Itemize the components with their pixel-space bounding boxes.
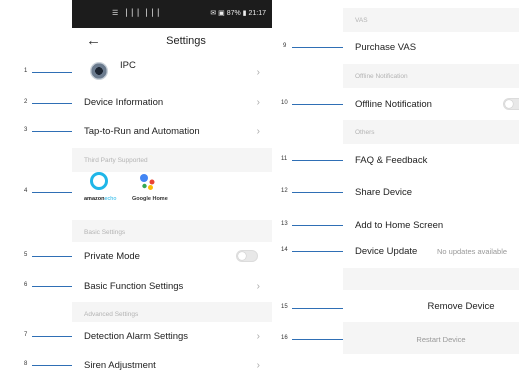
purchase-vas-item[interactable]: Purchase VAS (343, 33, 519, 61)
amazon-echo-icon[interactable] (90, 172, 108, 190)
remove-device-button[interactable]: Remove Device (343, 292, 519, 320)
chevron-right-icon: › (256, 359, 260, 371)
share-device-label: Share Device (355, 186, 413, 198)
basic-function-label: Basic Function Settings (84, 280, 184, 292)
amazon-echo-label: amazonecho (84, 196, 116, 202)
restart-device-button[interactable]: Restart Device (343, 325, 519, 353)
settings-screen-right: VAS Purchase VAS Offline Notification Of… (343, 0, 519, 371)
chevron-right-icon: › (256, 125, 260, 137)
private-mode-toggle[interactable] (236, 250, 258, 262)
header: ← Settings (72, 28, 272, 56)
remove-device-label: Remove Device (427, 300, 495, 312)
device-update-item[interactable]: Device Update No updates available (343, 237, 519, 265)
section-offline: Offline Notification (343, 64, 519, 88)
page-title: Settings (166, 35, 206, 47)
section-others: Others (343, 120, 519, 144)
callout-number: 7 (24, 332, 28, 338)
echo-product: echo (104, 196, 117, 202)
callout-number: 3 (24, 127, 28, 133)
chevron-right-icon: › (256, 280, 260, 292)
signal-indicator: ☰ ▕▕▕ ▕▕▕ (112, 10, 159, 17)
google-home-icon[interactable] (136, 172, 158, 194)
offline-notification-label: Offline Notification (355, 98, 432, 110)
status-bar: ☰ ▕▕▕ ▕▕▕ ✉ ▣ 87% ▮ 21:17 (72, 0, 272, 28)
callout-number: 13 (281, 221, 288, 227)
callout-number: 8 (24, 361, 28, 367)
callout-line (292, 339, 350, 340)
detection-alarm-item[interactable]: Detection Alarm Settings › (72, 322, 272, 350)
callout-number: 6 (24, 282, 28, 288)
device-information-item[interactable]: Device Information › (72, 88, 272, 116)
offline-notification-item: Offline Notification (343, 90, 519, 118)
share-device-item[interactable]: Share Device (343, 178, 519, 206)
restart-device-label: Restart Device (416, 334, 466, 344)
siren-label: Siren Adjustment (84, 359, 156, 371)
offline-notification-toggle[interactable] (503, 98, 519, 110)
add-home-label: Add to Home Screen (355, 219, 444, 231)
camera-avatar-icon (90, 62, 108, 80)
private-mode-label: Private Mode (84, 250, 140, 262)
callout-number: 14 (281, 247, 288, 253)
siren-adjustment-item[interactable]: Siren Adjustment › (72, 351, 272, 371)
chevron-right-icon: › (256, 330, 260, 342)
callout-number: 15 (281, 304, 288, 310)
device-update-status: No updates available (437, 246, 508, 256)
callout-number: 5 (24, 252, 28, 258)
chevron-right-icon: › (256, 96, 260, 108)
purchase-vas-label: Purchase VAS (355, 41, 417, 53)
add-to-home-item[interactable]: Add to Home Screen (343, 211, 519, 239)
section-third-party: Third Party Supported (72, 148, 272, 172)
callout-number: 11 (281, 156, 288, 162)
google-home-label: Google Home (132, 196, 168, 202)
detection-alarm-label: Detection Alarm Settings (84, 330, 189, 342)
device-information-label: Device Information (84, 96, 164, 108)
callout-number: 9 (283, 43, 287, 49)
chevron-right-icon: › (256, 66, 260, 78)
settings-screen-left: ☰ ▕▕▕ ▕▕▕ ✉ ▣ 87% ▮ 21:17 ← Settings › I… (72, 0, 272, 371)
faq-label: FAQ & Feedback (355, 154, 428, 166)
device-update-label: Device Update (355, 245, 418, 257)
device-name: IPC (120, 60, 136, 71)
callout-number: 16 (281, 335, 288, 341)
callout-number: 10 (281, 100, 288, 106)
callout-number: 12 (281, 188, 288, 194)
callout-number: 1 (24, 68, 28, 74)
callout-number: 4 (24, 188, 28, 194)
callout-number: 2 (24, 99, 28, 105)
tap-to-run-label: Tap-to-Run and Automation (84, 125, 200, 137)
echo-brand: amazon (84, 196, 105, 202)
status-right: ✉ ▣ 87% ▮ 21:17 (210, 10, 266, 17)
spacer (343, 268, 519, 290)
section-vas: VAS (343, 8, 519, 32)
section-basic: Basic Settings (72, 220, 272, 244)
basic-function-item[interactable]: Basic Function Settings › (72, 272, 272, 300)
tap-to-run-item[interactable]: Tap-to-Run and Automation › (72, 117, 272, 145)
faq-feedback-item[interactable]: FAQ & Feedback (343, 146, 519, 174)
